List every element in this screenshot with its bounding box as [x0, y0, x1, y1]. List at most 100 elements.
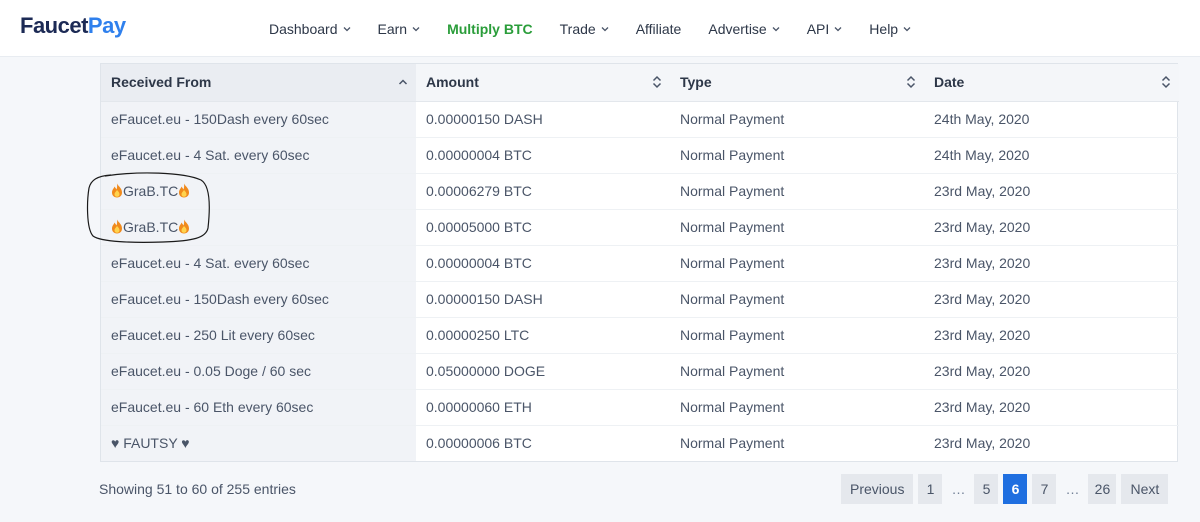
- column-header-date[interactable]: Date: [924, 64, 1179, 102]
- sender-name: eFaucet.eu - 60 Eth every 60sec: [111, 399, 314, 415]
- pagination-page-5[interactable]: 5: [974, 474, 999, 504]
- cell-received-from: eFaucet.eu - 4 Sat. every 60sec: [101, 244, 416, 281]
- nav-item-label: API: [806, 20, 830, 37]
- cell-date: 24th May, 2020: [934, 111, 1030, 127]
- nav-item-dashboard[interactable]: Dashboard: [269, 21, 351, 37]
- cell-received-from: ♥ FAUTSY ♥: [101, 424, 416, 461]
- nav-item-trade[interactable]: Trade: [560, 21, 609, 37]
- pagination-ellipsis: …: [951, 481, 966, 497]
- sender-name: eFaucet.eu - 150Dash every 60sec: [111, 291, 329, 307]
- table-row: eFaucet.eu - 150Dash every 60sec 0.000001…: [101, 101, 1179, 137]
- cell-date: 23rd May, 2020: [924, 172, 1179, 209]
- cell-type: Normal Payment: [670, 280, 924, 317]
- table-row: eFaucet.eu - 4 Sat. every 60sec 0.0000000…: [101, 136, 1179, 173]
- column-header-label: Type: [680, 74, 712, 91]
- fire-emoji-icon: [178, 219, 190, 234]
- chevron-down-icon: [903, 25, 911, 33]
- sender-name: eFaucet.eu - 150Dash every 60sec: [111, 111, 329, 127]
- nav-item-multiply-btc[interactable]: Multiply BTC: [447, 21, 533, 37]
- nav-item-affiliate[interactable]: Affiliate: [636, 21, 682, 37]
- sender-name: eFaucet.eu - 0.05 Doge / 60 sec: [111, 363, 312, 379]
- sort-icon: [1161, 75, 1171, 89]
- table-row: GraB.TC 0.00005000 BTC Normal Payment 23rd …: [101, 208, 1179, 245]
- cell-amount: 0.00000004 BTC: [416, 244, 670, 281]
- sender-name: eFaucet.eu - 250 Lit every 60sec: [111, 327, 315, 343]
- cell-date: 23rd May, 2020: [924, 316, 1179, 353]
- pagination-page-7[interactable]: 7: [1032, 474, 1057, 504]
- cell-date: 23rd May, 2020: [924, 388, 1179, 425]
- sender-name: GraB.TC: [123, 219, 179, 235]
- faucetpay-logo[interactable]: FaucetPay: [20, 13, 126, 39]
- nav-item-earn[interactable]: Earn: [378, 21, 421, 37]
- cell-received-from: eFaucet.eu - 4 Sat. every 60sec: [101, 136, 416, 173]
- cell-received-from: GraB.TC: [101, 208, 416, 245]
- table-header-row: Received From Amount Type Date: [101, 64, 1179, 102]
- pagination-next-button[interactable]: Next: [1121, 474, 1169, 504]
- fire-emoji-icon: [111, 219, 123, 234]
- column-header-received-from[interactable]: Received From: [101, 64, 416, 102]
- cell-amount: 0.00000060 ETH: [416, 388, 670, 425]
- sender-name: eFaucet.eu - 4 Sat. every 60sec: [111, 255, 310, 271]
- table-row: eFaucet.eu - 4 Sat. every 60sec 0.0000000…: [101, 244, 1179, 281]
- cell-date: 23rd May, 2020: [924, 244, 1179, 281]
- nav-item-label: Dashboard: [269, 20, 338, 37]
- nav-item-label: Earn: [377, 20, 408, 37]
- sort-asc-icon: [398, 75, 408, 89]
- cell-received-from: eFaucet.eu - 60 Eth every 60sec: [101, 388, 416, 425]
- cell-received-from: eFaucet.eu - 150Dash every 60sec: [101, 101, 416, 137]
- chevron-down-icon: [601, 25, 609, 33]
- cell-amount: 0.00000150 DASH: [416, 280, 670, 317]
- entries-info: Showing 51 to 60 of 255 entries: [99, 481, 296, 497]
- cell-date: 23rd May, 2020: [924, 352, 1179, 389]
- pagination-page-6[interactable]: 6: [1003, 474, 1028, 504]
- logo-part-pay: Pay: [87, 13, 126, 38]
- cell-type: Normal Payment: [670, 316, 924, 353]
- table-row: ♥ FAUTSY ♥ 0.00000006 BTC Normal Payment 23…: [101, 424, 1179, 461]
- cell-date: 23rd May, 2020: [924, 424, 1179, 461]
- column-header-amount[interactable]: Amount: [416, 64, 670, 102]
- pagination-previous-button[interactable]: Previous: [841, 474, 914, 504]
- table-row: eFaucet.eu - 250 Lit every 60sec 0.000002…: [101, 316, 1179, 353]
- pagination-ellipsis: …: [1065, 481, 1080, 497]
- sender-name: ♥ FAUTSY ♥: [111, 435, 190, 452]
- cell-type: Normal Payment: [670, 172, 924, 209]
- column-header-label: Date: [934, 74, 965, 91]
- cell-type: Normal Payment: [680, 111, 785, 127]
- main-nav: Dashboard Earn Multiply BTC Trade Affiliate A…: [269, 0, 938, 57]
- chevron-down-icon: [343, 25, 351, 33]
- table-row: eFaucet.eu - 150Dash every 60sec 0.000001…: [101, 280, 1179, 317]
- pagination-page-26[interactable]: 26: [1088, 474, 1117, 504]
- cell-type: Normal Payment: [670, 424, 924, 461]
- cell-received-from: eFaucet.eu - 0.05 Doge / 60 sec: [101, 352, 416, 389]
- nav-item-label: Help: [869, 20, 899, 37]
- cell-received-from: GraB.TC: [101, 172, 416, 209]
- nav-item-label: Advertise: [708, 20, 767, 37]
- nav-item-help[interactable]: Help: [869, 21, 911, 37]
- top-navbar: FaucetPay Dashboard Earn Multiply BTC Trade…: [0, 0, 1200, 57]
- cell-amount: 0.00006279 BTC: [416, 172, 670, 209]
- cell-date: 23rd May, 2020: [924, 280, 1179, 317]
- column-header-type[interactable]: Type: [670, 64, 924, 102]
- chevron-down-icon: [412, 25, 420, 33]
- sort-icon: [652, 75, 662, 89]
- fire-emoji-icon: [111, 183, 123, 198]
- cell-amount: 0.00005000 BTC: [416, 208, 670, 245]
- nav-item-label: Trade: [559, 20, 596, 37]
- cell-type: Normal Payment: [670, 388, 924, 425]
- sort-icon: [906, 75, 916, 89]
- logo-part-faucet: Faucet: [20, 13, 88, 38]
- cell-received-from: eFaucet.eu - 150Dash every 60sec: [101, 280, 416, 317]
- table-row: eFaucet.eu - 60 Eth every 60sec 0.0000006…: [101, 388, 1179, 425]
- table-row: GraB.TC 0.00006279 BTC Normal Payment 23rd …: [101, 172, 1179, 209]
- pagination-page-1[interactable]: 1: [918, 474, 943, 504]
- cell-type: Normal Payment: [670, 136, 924, 173]
- nav-item-api[interactable]: API: [807, 21, 843, 37]
- sender-name: eFaucet.eu - 4 Sat. every 60sec: [111, 147, 310, 163]
- pagination: Previous 1 … 5 6 7 … 26 Next: [841, 474, 1169, 504]
- chevron-down-icon: [834, 25, 842, 33]
- chevron-down-icon: [772, 25, 780, 33]
- nav-item-label: Affiliate: [635, 20, 682, 37]
- cell-amount: 0.00000006 BTC: [416, 424, 670, 461]
- nav-item-advertise[interactable]: Advertise: [708, 20, 780, 37]
- table-row: eFaucet.eu - 0.05 Doge / 60 sec 0.0500000…: [101, 352, 1179, 389]
